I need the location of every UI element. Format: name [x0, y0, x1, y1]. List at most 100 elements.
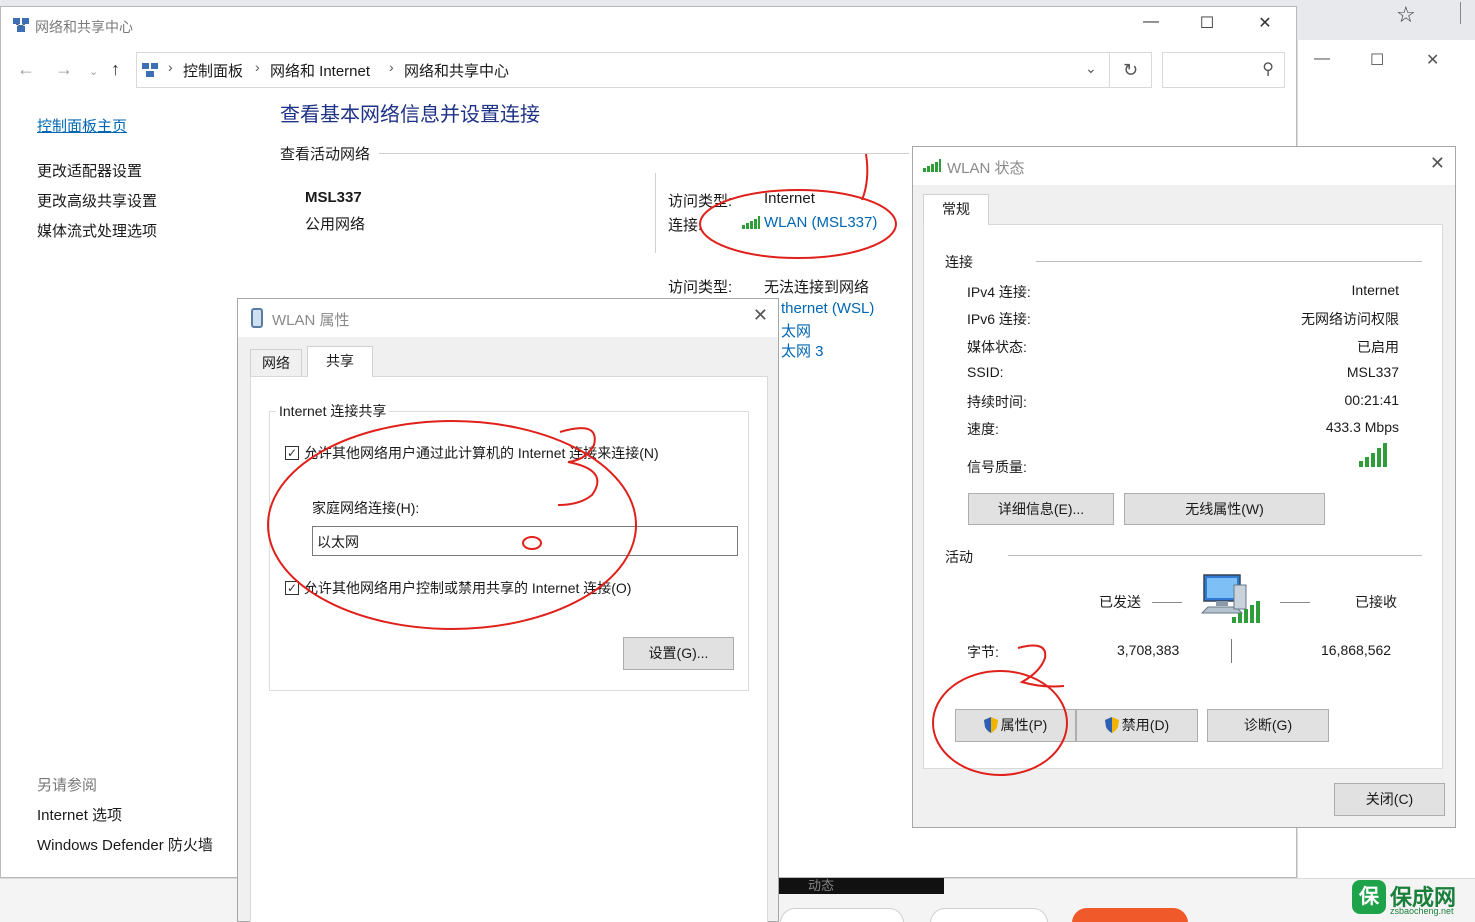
- bg-orange-button[interactable]: [1072, 908, 1188, 922]
- details-button[interactable]: 详细信息(E)...: [968, 493, 1114, 525]
- bg-pill-button[interactable]: [930, 908, 1048, 922]
- connection-link-wsl[interactable]: thernet (WSL): [781, 300, 874, 317]
- bytes-label: 字节:: [967, 644, 999, 660]
- sharing-tab-panel: Internet 连接共享 ✓ 允许其他网络用户通过此计算机的 Internet…: [250, 376, 768, 922]
- connection-label: 连接:: [668, 217, 703, 234]
- dialog-titlebar: WLAN 属性 ✕: [238, 299, 778, 337]
- settings-button[interactable]: 设置(G)...: [623, 637, 734, 670]
- wlan-status-dialog: WLAN 状态 ✕ 常规 连接 IPv4 连接: Internet IPv6 连…: [912, 146, 1456, 828]
- network-center-icon: [13, 18, 29, 32]
- search-input[interactable]: ⚲: [1162, 52, 1285, 88]
- divider: [1008, 555, 1422, 556]
- uac-shield-icon: [983, 717, 998, 733]
- close-icon[interactable]: ✕: [1430, 153, 1445, 174]
- media-state-value: 已启用: [1357, 339, 1399, 355]
- window-title: 网络和共享中心: [35, 19, 133, 35]
- network-type: 公用网络: [305, 216, 366, 233]
- see-also-heading: 另请参阅: [37, 777, 98, 794]
- ipv6-value: 无网络访问权限: [1301, 311, 1399, 327]
- back-arrow-icon[interactable]: ←: [17, 59, 35, 80]
- tab-sharing[interactable]: 共享: [307, 346, 373, 377]
- breadcrumb-sharing-center[interactable]: 网络和共享中心: [404, 60, 509, 81]
- signal-quality-label: 信号质量:: [967, 459, 1027, 475]
- wireless-properties-button[interactable]: 无线属性(W): [1124, 493, 1325, 525]
- wlan-properties-dialog: WLAN 属性 ✕ 网络 共享 Internet 连接共享 ✓ 允许其他网络用户…: [237, 298, 779, 922]
- media-state-label: 媒体状态:: [967, 339, 1027, 355]
- breadcrumb-network-internet[interactable]: 网络和 Internet: [270, 60, 370, 81]
- divider: [1036, 261, 1422, 262]
- bg-dark-strip: 动态: [778, 878, 944, 894]
- allow-control-label[interactable]: 允许其他网络用户控制或禁用共享的 Internet 连接(O): [304, 578, 631, 598]
- divider: [1152, 602, 1182, 603]
- duration-label: 持续时间:: [967, 394, 1027, 410]
- browser-window-edge: [1460, 2, 1475, 24]
- allow-control-checkbox[interactable]: ✓: [285, 581, 299, 595]
- sidebar-item-adapter[interactable]: 更改适配器设置: [37, 160, 142, 181]
- see-also-internet-options[interactable]: Internet 选项: [37, 804, 122, 825]
- connection-link-ethernet[interactable]: 太网: [781, 320, 811, 341]
- home-network-select[interactable]: 以太网: [312, 526, 738, 556]
- access-type-label: 访问类型:: [668, 193, 733, 210]
- access-type-value: Internet: [764, 190, 815, 207]
- minimize-icon[interactable]: —: [1314, 50, 1330, 68]
- sent-label: 已发送: [1099, 594, 1141, 610]
- diagnose-button[interactable]: 诊断(G): [1207, 709, 1329, 742]
- forward-arrow-icon[interactable]: →: [55, 59, 73, 80]
- page-title: 查看基本网络信息并设置连接: [280, 104, 540, 126]
- connection-heading: 连接: [945, 254, 973, 270]
- sidebar-item-advanced-sharing[interactable]: 更改高级共享设置: [37, 190, 157, 211]
- duration-value: 00:21:41: [1344, 392, 1400, 408]
- computer-network-icon: [1200, 574, 1260, 623]
- signal-quality-icon: [1359, 443, 1389, 467]
- breadcrumb-control-panel[interactable]: 控制面板: [183, 60, 243, 81]
- network-center-icon: [142, 63, 158, 77]
- star-icon[interactable]: ☆: [1396, 2, 1416, 28]
- refresh-icon[interactable]: ↻: [1110, 52, 1152, 88]
- network-name: MSL337: [305, 189, 362, 206]
- search-icon: ⚲: [1262, 61, 1274, 78]
- wlan-connection-link[interactable]: WLAN (MSL337): [764, 214, 877, 231]
- tab-network[interactable]: 网络: [250, 349, 302, 377]
- sidebar-home-link[interactable]: 控制面板主页: [37, 115, 127, 136]
- disable-button-label: 禁用(D): [1121, 717, 1170, 733]
- ssid-label: SSID:: [967, 364, 1004, 380]
- maximize-icon[interactable]: ☐: [1370, 50, 1384, 70]
- maximize-icon[interactable]: ☐: [1192, 13, 1222, 33]
- allow-connect-checkbox[interactable]: ✓: [285, 446, 299, 460]
- up-arrow-icon[interactable]: ↑: [111, 59, 120, 80]
- see-also-firewall[interactable]: Windows Defender 防火墙: [37, 834, 213, 855]
- ssid-value: MSL337: [1346, 364, 1399, 380]
- bg-pill-button[interactable]: [780, 908, 904, 922]
- received-label: 已接收: [1355, 594, 1397, 610]
- chevron-down-icon[interactable]: ⌄: [89, 65, 98, 78]
- access-type-label: 访问类型:: [668, 279, 733, 296]
- divider: [655, 173, 656, 253]
- dialog-title: WLAN 属性: [272, 312, 350, 329]
- properties-button-label: 属性(P): [1000, 717, 1048, 733]
- bytes-sent: 3,708,383: [1117, 642, 1180, 658]
- divider: [1280, 602, 1310, 603]
- breadcrumb-separator: ›: [255, 59, 260, 75]
- chevron-down-icon[interactable]: ⌄: [1085, 60, 1097, 77]
- group-title: Internet 连接共享: [276, 401, 390, 421]
- close-icon[interactable]: ✕: [1250, 13, 1280, 33]
- sidebar-item-media-streaming[interactable]: 媒体流式处理选项: [37, 220, 157, 241]
- disable-button[interactable]: 禁用(D): [1076, 709, 1198, 742]
- allow-connect-label[interactable]: 允许其他网络用户通过此计算机的 Internet 连接来连接(N): [304, 443, 659, 463]
- close-icon[interactable]: ✕: [1426, 50, 1439, 70]
- network-adapter-icon: [251, 308, 263, 328]
- divider: [1231, 639, 1232, 663]
- properties-button[interactable]: 属性(P): [955, 709, 1076, 742]
- speed-label: 速度:: [967, 421, 999, 437]
- breadcrumb-separator: ›: [389, 59, 394, 75]
- connection-link-ethernet3[interactable]: 太网 3: [781, 340, 824, 361]
- wifi-signal-icon: [742, 216, 760, 229]
- breadcrumb-separator: ›: [168, 59, 173, 75]
- close-icon[interactable]: ✕: [753, 305, 768, 326]
- ipv4-value: Internet: [1351, 282, 1399, 298]
- general-tab-panel: 连接 IPv4 连接: Internet IPv6 连接: 无网络访问权限 媒体…: [923, 224, 1443, 769]
- access-type-value: 无法连接到网络: [764, 279, 870, 296]
- minimize-icon[interactable]: —: [1136, 13, 1166, 31]
- close-button[interactable]: 关闭(C): [1334, 783, 1445, 816]
- tab-general[interactable]: 常规: [923, 194, 989, 225]
